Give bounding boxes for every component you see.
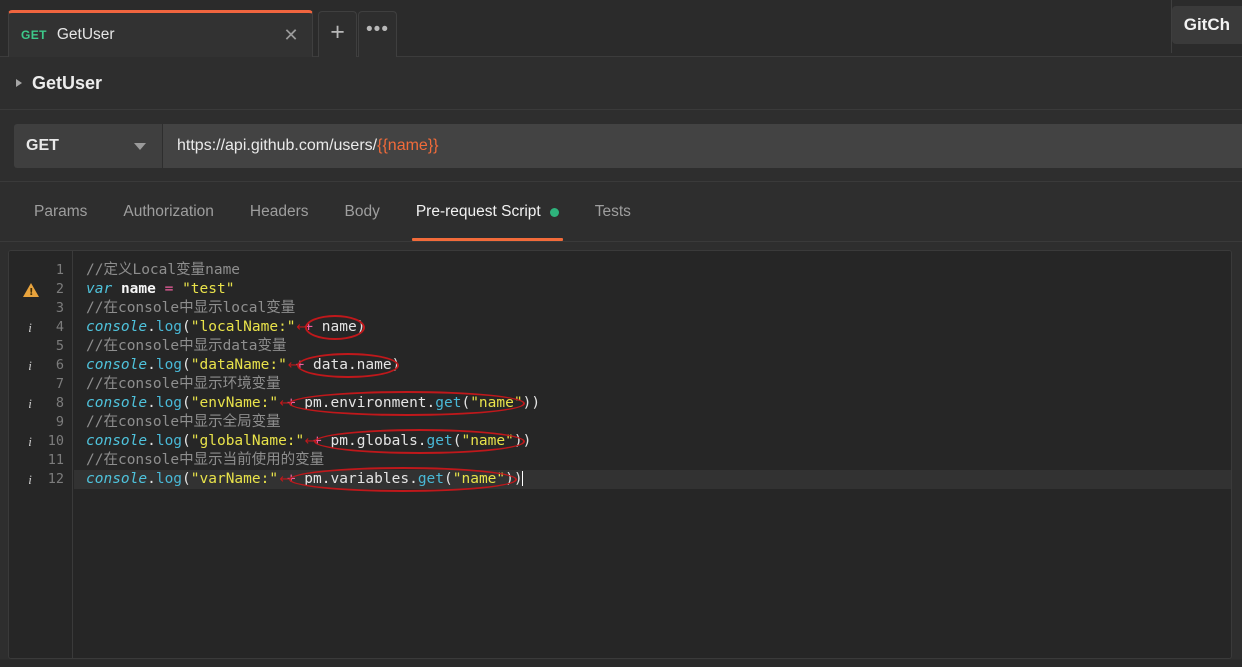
environment-label: GitCh — [1183, 15, 1230, 34]
info-icon[interactable]: i — [21, 356, 39, 375]
breadcrumb: GetUser — [0, 57, 1242, 110]
code-line[interactable]: var name = "test" — [86, 280, 234, 299]
tab-headers[interactable]: Headers — [232, 183, 327, 241]
tab-label: Params — [34, 203, 88, 220]
code-line[interactable]: //在console中显示data变量 — [86, 337, 287, 356]
add-tab-button[interactable]: + — [318, 11, 357, 57]
code-line[interactable]: console.log("localName:" + name) — [86, 318, 365, 337]
line-number: 1 — [55, 262, 64, 278]
request-section-tabs: Params Authorization Headers Body Pre-reques… — [0, 182, 1242, 242]
url-input[interactable]: https://api.github.com/users/{{name}} — [162, 123, 1242, 168]
code-line[interactable]: //定义Local变量name — [86, 261, 240, 280]
line-number: 5 — [55, 338, 64, 354]
url-variable-token: {{name}} — [377, 136, 439, 154]
pre-request-script-editor[interactable]: 1 2! 3 4 i 5 6 i 7 8 i 9 10 i 11 12 i //定义Local变量name var… — [8, 250, 1232, 659]
editor-gutter: 1 2! 3 4 i 5 6 i 7 8 i 9 10 i 11 12 i — [9, 251, 73, 658]
tab-label: Body — [344, 203, 380, 220]
code-line[interactable]: console.log("dataName:" + data.name) — [86, 356, 400, 375]
triangle-right-icon[interactable] — [16, 79, 22, 87]
tab-params[interactable]: Params — [16, 183, 105, 241]
tab-label: Headers — [249, 203, 309, 220]
line-number: 9 — [55, 414, 64, 430]
info-icon[interactable]: i — [21, 318, 39, 337]
tab-body[interactable]: Body — [326, 183, 397, 241]
postman-window: GET GetUser ✕ + ••• GitCh GetUser GET ht… — [0, 0, 1242, 667]
code-line[interactable]: console.log("varName:" + pm.variables.ge… — [86, 470, 524, 489]
info-icon[interactable]: i — [21, 394, 39, 413]
tab-label: Tests — [594, 203, 631, 220]
tab-tests[interactable]: Tests — [577, 183, 649, 241]
environment-selector[interactable]: GitCh — [1171, 6, 1242, 44]
plus-icon: + — [330, 18, 345, 46]
request-tab-getuser[interactable]: GET GetUser ✕ — [8, 10, 313, 57]
tab-label: Authorization — [123, 203, 214, 220]
tab-strip: GET GetUser ✕ + ••• GitCh — [0, 0, 1242, 57]
line-number: 10 — [47, 433, 64, 449]
code-line[interactable]: console.log("envName:" + pm.environment.… — [86, 394, 540, 413]
line-number: 11 — [47, 452, 64, 468]
code-line[interactable]: //在console中显示全局变量 — [86, 413, 281, 432]
info-icon[interactable]: i — [21, 432, 39, 451]
url-prefix-text: https://api.github.com/users/ — [177, 136, 378, 154]
close-icon[interactable]: ✕ — [282, 26, 300, 44]
info-icon[interactable]: i — [21, 470, 39, 489]
tab-label: Pre-request Script — [415, 203, 541, 220]
tab-method-label: GET — [21, 28, 47, 42]
tab-authorization[interactable]: Authorization — [105, 183, 231, 241]
tab-pre-request-script[interactable]: Pre-request Script — [398, 183, 577, 241]
window-bottom-strip — [0, 659, 1242, 667]
warning-exclamation-glyph: ! — [29, 287, 34, 298]
script-present-dot-icon — [549, 207, 559, 217]
more-tabs-button[interactable]: ••• — [358, 11, 397, 57]
line-number: 12 — [47, 471, 64, 487]
code-line[interactable]: //在console中显示当前使用的变量 — [86, 451, 324, 470]
http-method-dropdown[interactable]: GET — [14, 123, 162, 168]
line-number: 4 — [55, 319, 64, 335]
page-title: GetUser — [32, 72, 103, 93]
code-line[interactable]: //在console中显示local变量 — [86, 299, 295, 318]
line-number: 6 — [55, 357, 64, 373]
request-url-bar: GET https://api.github.com/users/{{name}… — [0, 110, 1242, 182]
code-line[interactable]: //在console中显示环境变量 — [86, 375, 281, 394]
code-line[interactable]: console.log("globalName:" + pm.globals.g… — [86, 432, 531, 451]
line-number: 2 — [55, 281, 64, 297]
editor-code-area[interactable]: //定义Local变量name var name = "test"//在conso… — [74, 251, 1231, 658]
line-number: 8 — [55, 395, 64, 411]
chevron-down-icon — [134, 142, 146, 150]
line-number: 7 — [55, 376, 64, 392]
http-method-value: GET — [26, 136, 59, 154]
line-number: 3 — [55, 300, 64, 316]
tab-title-label: GetUser — [56, 26, 115, 43]
